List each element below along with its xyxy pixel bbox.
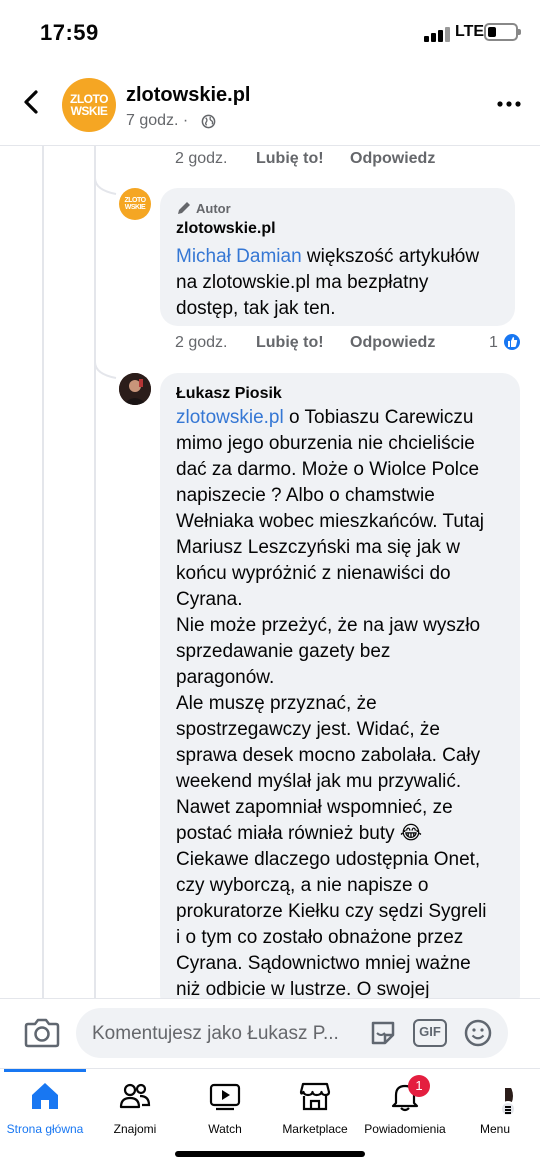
- comment-input[interactable]: Komentujesz jako Łukasz P... GIF: [76, 1008, 508, 1058]
- like-link[interactable]: Lubię to!: [256, 150, 324, 168]
- nav-marketplace[interactable]: Marketplace: [270, 1069, 360, 1149]
- signal-icon: [424, 26, 450, 42]
- notification-badge: 1: [408, 1075, 430, 1097]
- nav-menu[interactable]: Menu: [450, 1069, 540, 1149]
- pencil-icon: [178, 202, 190, 214]
- commenter-avatar[interactable]: [119, 373, 151, 405]
- thread-branch: [94, 178, 117, 195]
- mention-link[interactable]: zlotowskie.pl: [176, 407, 284, 428]
- comment-placeholder: Komentujesz jako Łukasz P...: [92, 1023, 339, 1044]
- battery-icon: [484, 23, 521, 41]
- more-options-icon[interactable]: [497, 100, 521, 108]
- mention-link[interactable]: Michał Damian: [176, 246, 302, 267]
- like-reaction-icon: [502, 332, 522, 352]
- camera-icon[interactable]: [24, 1015, 60, 1049]
- author-badge: Autor: [176, 200, 231, 216]
- post-time: 7 godz. ·: [126, 112, 189, 129]
- page-avatar[interactable]: ZLOTO WSKIE: [62, 78, 116, 132]
- thread-line: [42, 146, 44, 998]
- nav-home-label: Strona główna: [6, 1122, 84, 1136]
- commenter-avatar[interactable]: ZLOTO WSKIE: [119, 188, 151, 220]
- post-header: ZLOTO WSKIE zlotowskie.pl 7 godz. ·: [0, 62, 540, 146]
- comment-bubble: Łukasz Piosik zlotowskie.pl o Tobiaszu C…: [160, 373, 520, 1013]
- nav-notifications-label: Powiadomienia: [364, 1122, 446, 1136]
- page-name[interactable]: zlotowskie.pl: [126, 84, 250, 107]
- back-arrow-icon[interactable]: [18, 88, 46, 116]
- sticker-icon[interactable]: [368, 1018, 398, 1048]
- comment-bubble: Autor zlotowskie.pl Michał Damian większ…: [160, 188, 515, 326]
- active-indicator: [4, 1069, 86, 1072]
- status-time: 17:59: [40, 20, 99, 45]
- network-label: LTE: [455, 23, 485, 40]
- watch-icon: [209, 1083, 241, 1111]
- page-logo: ZLOTO WSKIE: [70, 92, 108, 118]
- nav-watch[interactable]: Watch: [180, 1069, 270, 1149]
- reply-link[interactable]: Odpowiedz: [350, 334, 435, 352]
- comment-text: zlotowskie.pl o Tobiaszu Carewiczu mimo …: [176, 407, 487, 1000]
- thread-branch: [94, 362, 117, 379]
- nav-marketplace-label: Marketplace: [282, 1122, 348, 1136]
- person-photo-icon: [119, 373, 151, 405]
- commenter-name[interactable]: Łukasz Piosik: [176, 385, 282, 403]
- nav-notifications[interactable]: 1 Powiadomienia: [360, 1069, 450, 1149]
- comment-actions: 2 godz. Lubię to! Odpowiedz 1: [175, 332, 525, 356]
- comment-time: 2 godz.: [175, 150, 228, 167]
- home-icon: [32, 1083, 58, 1109]
- commenter-name[interactable]: zlotowskie.pl: [176, 220, 276, 238]
- comment-actions: 2 godz. Lubię to! Odpowiedz: [175, 150, 515, 172]
- nav-watch-label: Watch: [208, 1122, 242, 1136]
- home-indicator: [175, 1151, 365, 1157]
- like-link[interactable]: Lubię to!: [256, 334, 324, 352]
- emoji-icon[interactable]: [463, 1018, 493, 1048]
- nav-home[interactable]: Strona główna: [0, 1069, 90, 1149]
- comment-composer: Komentujesz jako Łukasz P... GIF: [0, 998, 540, 1068]
- nav-menu-label: Menu: [479, 1122, 511, 1136]
- nav-friends[interactable]: Znajomi: [90, 1069, 180, 1149]
- thread-line: [94, 146, 96, 998]
- friends-icon: [119, 1083, 151, 1109]
- comment-text: Michał Damian większość artykułów na zlo…: [176, 246, 480, 319]
- like-count[interactable]: 1: [489, 334, 498, 352]
- marketplace-icon: [299, 1082, 331, 1111]
- comment-time: 2 godz.: [175, 334, 228, 351]
- status-bar: 17:59 LTE: [0, 0, 540, 62]
- globe-icon: [201, 114, 216, 129]
- gif-button[interactable]: GIF: [413, 1019, 447, 1047]
- menu-hamburger-icon: [500, 1101, 516, 1117]
- nav-friends-label: Znajomi: [113, 1122, 157, 1136]
- reply-link[interactable]: Odpowiedz: [350, 150, 435, 168]
